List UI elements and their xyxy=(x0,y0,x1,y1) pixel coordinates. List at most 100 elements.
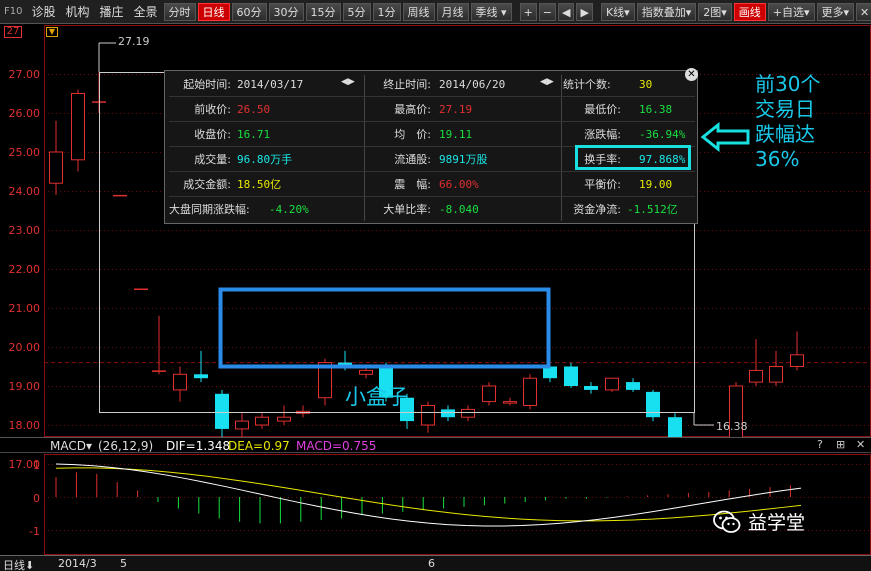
period-monthly-button[interactable]: 月线 xyxy=(436,2,469,21)
menu-dealer[interactable]: 播庄 xyxy=(95,0,129,24)
period-60min-button[interactable]: 60分 xyxy=(231,2,267,21)
dropdown-marker-icon[interactable]: ▼ xyxy=(46,27,58,37)
period-15min-button[interactable]: 15分 xyxy=(305,2,341,21)
menu-diagnose[interactable]: 诊股 xyxy=(26,0,60,24)
maximize-icon[interactable]: ⊞ xyxy=(836,438,845,451)
price-axis-label: 22.00 xyxy=(8,263,41,276)
candle-body-flat xyxy=(134,288,148,290)
date-axis-bar: 日线⬇ 2014/3 5 6 xyxy=(0,555,871,571)
candle-body-up xyxy=(49,151,63,184)
period-1min-button[interactable]: 1分 xyxy=(372,2,401,21)
macd-params: (26,12,9) xyxy=(98,439,154,453)
candle-body-down xyxy=(646,391,660,418)
large-order-ratio-value: -8.040 xyxy=(439,203,479,216)
more-button[interactable]: 更多▾ xyxy=(816,2,855,21)
stat-label: 起始时间: xyxy=(183,78,231,91)
low-price-annotation: 16.38 xyxy=(716,420,748,433)
macd-value: MACD=0.755 xyxy=(296,439,377,453)
candlestick-chart[interactable]: 27 ▼ 27.00 26.00 25.00 24.00 23.00 22.00… xyxy=(0,25,871,471)
f10-button[interactable]: F10 xyxy=(0,6,26,17)
wechat-logo-icon xyxy=(713,510,741,533)
candle-body-up xyxy=(523,377,537,407)
draw-line-button[interactable]: 画线 xyxy=(733,2,766,21)
macd-chart[interactable]: 1 0 -1 xyxy=(0,454,871,555)
amplitude-value: 66.00% xyxy=(439,178,479,191)
average-value: 19.11 xyxy=(439,128,473,141)
candle-body-down xyxy=(668,417,682,437)
period-30min-button[interactable]: 30分 xyxy=(268,2,304,21)
high-price-annotation: 27.19 xyxy=(118,35,150,48)
price-axis-label: 26.00 xyxy=(8,107,41,120)
prev-close-value: 26.50 xyxy=(237,103,271,116)
callout-arrow-icon xyxy=(700,122,750,152)
kline-type-button[interactable]: K线▾ xyxy=(600,2,635,21)
add-watchlist-button[interactable]: +自选▾ xyxy=(767,2,815,21)
chevron-down-icon: ▾ xyxy=(843,5,850,19)
interval-statistics-panel[interactable]: ◀▶ ◀▶ ✕ 起始时间: 2014/03/17 终止时间: 2014/06/2… xyxy=(164,68,698,224)
period-daily-button[interactable]: 日线 xyxy=(197,2,230,21)
scroll-left-button[interactable]: ◀ xyxy=(558,2,575,21)
menu-institution[interactable]: 机构 xyxy=(61,0,95,24)
chevron-down-icon: ▾ xyxy=(624,5,630,19)
chevron-down-icon: ▾ xyxy=(85,439,93,453)
menu-panorama[interactable]: 全景 xyxy=(129,0,163,24)
date-label: 5 xyxy=(120,557,127,570)
candle-body-up xyxy=(255,416,269,426)
callout-annotation: 前30个 交易日 跌幅达 36% xyxy=(755,72,821,171)
period-weekly-button[interactable]: 周线 xyxy=(402,2,435,21)
volume-value: 96.80万手 xyxy=(237,153,293,166)
low-value: 16.38 xyxy=(639,103,673,116)
stat-label: 收盘价: xyxy=(194,128,231,141)
scroll-right-button[interactable]: ▶ xyxy=(576,2,593,21)
candle-body-down xyxy=(626,382,640,390)
price-axis-label: 27.00 xyxy=(8,68,41,81)
candle-body-up xyxy=(769,366,783,383)
chevron-down-icon: ▾ xyxy=(803,5,810,19)
stat-label: 成交金额: xyxy=(183,178,231,191)
small-box-highlight xyxy=(218,287,551,369)
candle-body-down xyxy=(584,386,598,390)
two-charts-button[interactable]: 2图▾ xyxy=(698,2,732,21)
stat-row: 起始时间: 2014/03/17 终止时间: 2014/06/20 统计个数: … xyxy=(165,73,697,98)
close-icon[interactable]: ✕ xyxy=(856,438,865,451)
stat-label: 大单比率: xyxy=(383,203,431,216)
candle-body-up xyxy=(503,401,517,404)
close-icon[interactable]: ✕ xyxy=(856,2,871,21)
macd-dea-line xyxy=(55,467,802,522)
candle-body-up xyxy=(605,377,619,391)
price-axis-label: 25.00 xyxy=(8,146,41,159)
stat-label: 终止时间: xyxy=(383,78,431,91)
price-marker: 27 xyxy=(4,26,22,38)
candle-body-up xyxy=(421,405,435,426)
high-value: 27.19 xyxy=(439,103,473,116)
date-label: 2014/3 xyxy=(58,557,97,570)
period-selector[interactable]: 日线⬇ xyxy=(3,557,34,571)
candle-body-up xyxy=(749,369,763,383)
close-value: 16.71 xyxy=(237,128,271,141)
macd-indicator-selector[interactable]: MACD▾ xyxy=(50,439,92,453)
stat-row: 大盘同期涨跌幅: -4.20% 大单比率: -8.040 资金净流: -1.51… xyxy=(165,198,697,223)
candle-body-up xyxy=(482,385,496,403)
candle-body-down xyxy=(215,393,229,429)
price-axis-label: 24.00 xyxy=(8,185,41,198)
zoom-in-button[interactable]: + xyxy=(519,2,537,21)
candle-body-up xyxy=(461,408,475,418)
period-quarterly-button[interactable]: 季线 ▾ xyxy=(470,2,512,21)
balance-price-value: 19.00 xyxy=(639,178,673,191)
period-5min-button[interactable]: 5分 xyxy=(342,2,371,21)
stat-label: 成交量: xyxy=(194,153,231,166)
watermark-text: 益学堂 xyxy=(748,512,806,534)
macd-axis-label: 1 xyxy=(33,459,40,472)
candle-body-up xyxy=(790,354,804,367)
period-timeshare-button[interactable]: 分时 xyxy=(163,2,196,21)
stat-label: 涨跌幅: xyxy=(584,128,621,141)
candle-body-up xyxy=(359,369,373,375)
candle-body-flat xyxy=(113,194,127,197)
index-overlay-button[interactable]: 指数叠加▾ xyxy=(636,2,697,21)
candle-body-down xyxy=(564,366,578,386)
zoom-out-button[interactable]: − xyxy=(538,2,557,21)
help-icon[interactable]: ? xyxy=(817,438,823,451)
macd-frame xyxy=(44,454,871,555)
price-axis-label: 21.00 xyxy=(8,302,41,315)
macd-canvas[interactable] xyxy=(0,454,871,555)
